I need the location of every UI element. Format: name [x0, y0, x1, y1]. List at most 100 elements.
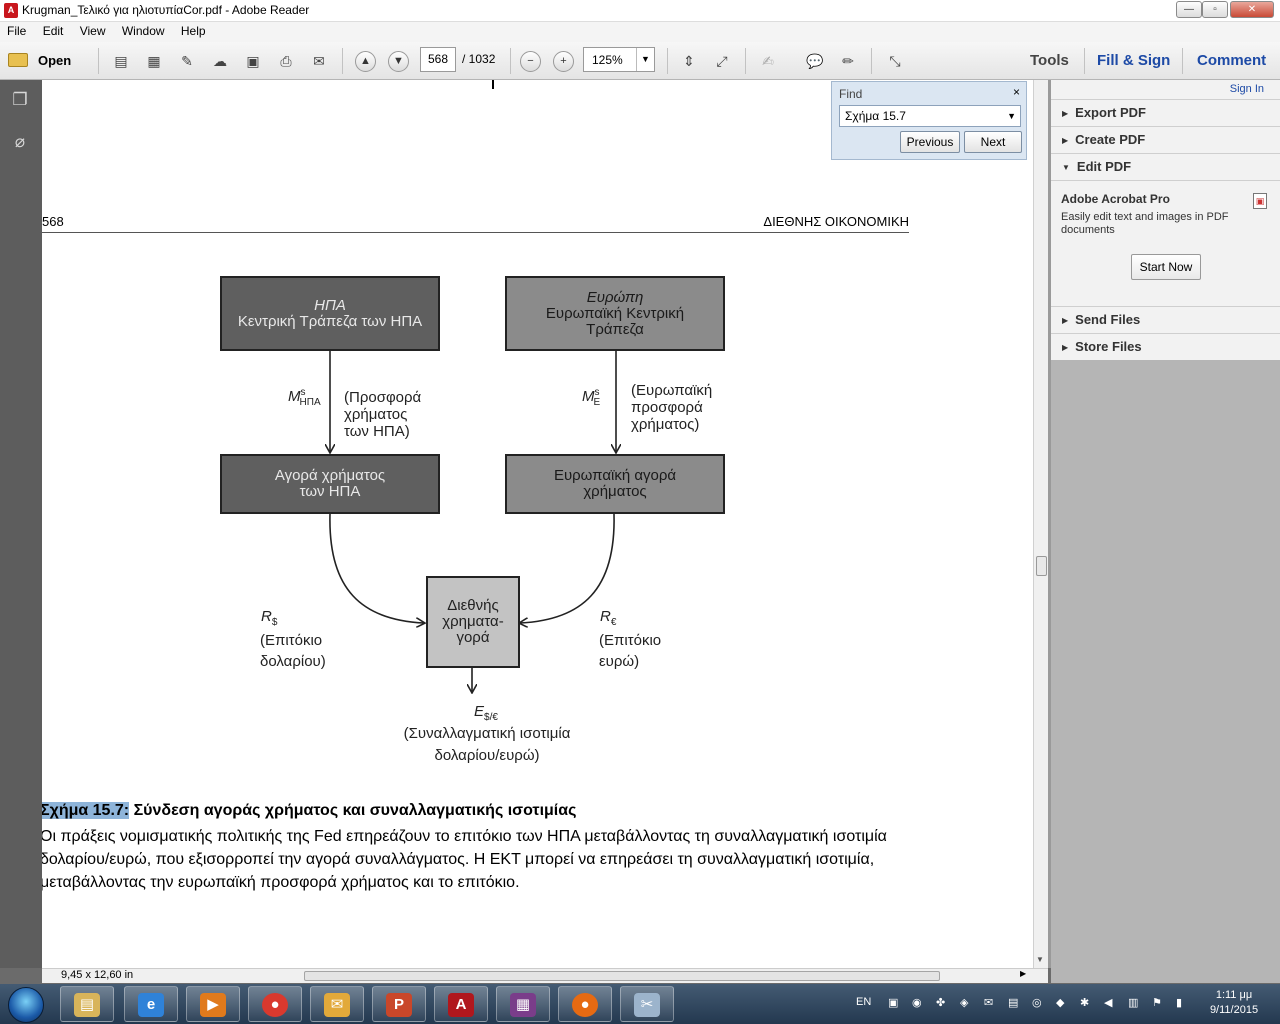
taskbar-outlook[interactable]: ✉ — [310, 986, 364, 1022]
sticky-note-icon[interactable]: 💬 — [804, 50, 826, 72]
taskbar-adobe-reader[interactable]: A — [434, 986, 488, 1022]
tools-tab[interactable]: Tools — [1030, 52, 1069, 69]
document-view[interactable]: 568 ΔΙΕΘΝΗΣ ΟΙΚΟΝΟΜΙΚΗ ΗΠΑ Κεντρική Τράπ… — [42, 80, 1033, 968]
start-button[interactable] — [8, 987, 44, 1023]
action-center-icon[interactable]: ⚑ — [1152, 996, 1162, 1009]
send-files-section[interactable]: ▶ Send Files — [1062, 312, 1140, 327]
language-indicator[interactable]: EN — [856, 996, 871, 1008]
menu-bar: File Edit View Window Help — [0, 22, 1280, 42]
menu-view[interactable]: View — [73, 22, 112, 38]
previous-page-icon[interactable]: ▲ — [355, 51, 376, 72]
scroll-down-icon[interactable]: ▼ — [1036, 955, 1044, 964]
full-screen-icon[interactable]: ⤡ — [884, 50, 906, 72]
zoom-value: 125% — [592, 53, 623, 67]
tray-icon[interactable]: ◎ — [1032, 996, 1042, 1009]
toolbar-separator — [1182, 48, 1183, 74]
network-share-tray-icon[interactable]: ✤ — [936, 996, 945, 1009]
tray-icon[interactable]: ▤ — [1008, 996, 1018, 1009]
email-icon[interactable]: ✉ — [308, 50, 330, 72]
comment-tab[interactable]: Comment — [1197, 52, 1266, 69]
taskbar-media-player[interactable]: ▶ — [186, 986, 240, 1022]
chevron-down-icon[interactable]: ▼ — [636, 48, 654, 71]
export-pdf-icon[interactable]: ▦ — [143, 50, 165, 72]
toolbar-separator — [342, 48, 343, 74]
bluetooth-tray-icon[interactable]: ✱ — [1080, 996, 1089, 1009]
intl-market-line-3: γορά — [456, 629, 490, 646]
create-pdf-section[interactable]: ▶ Create PDF — [1062, 132, 1145, 147]
create-pdf-icon[interactable]: ▤ — [110, 50, 132, 72]
volume-tray-icon[interactable]: ◀ — [1104, 996, 1112, 1009]
find-next-button[interactable]: Next — [964, 131, 1022, 153]
menu-help[interactable]: Help — [174, 22, 212, 38]
next-page-icon[interactable]: ▼ — [388, 51, 409, 72]
save-icon[interactable]: ▣ — [242, 50, 264, 72]
menu-edit[interactable]: Edit — [36, 22, 70, 38]
upload-cloud-icon[interactable]: ☁ — [209, 50, 231, 72]
export-pdf-section[interactable]: ▶ Export PDF — [1062, 105, 1146, 120]
scroll-right-icon[interactable]: ▶ — [1020, 969, 1026, 978]
eu-money-supply-symbol: MsE — [582, 387, 601, 408]
find-input[interactable]: Σχήμα 15.7 ▼ — [839, 105, 1021, 127]
eu-money-market-box: Ευρωπαϊκή αγορά χρήματος — [505, 454, 725, 514]
exchange-rate-desc: (Συναλλαγματική ισοτιμία δολαρίου/ευρώ) — [403, 725, 571, 764]
chevron-down-icon[interactable]: ▼ — [1007, 111, 1016, 121]
open-button[interactable]: Open — [8, 50, 71, 72]
page-thumbnails-icon[interactable]: ❐ — [10, 90, 30, 112]
adobe-tray-icon[interactable]: ▣ — [888, 996, 898, 1009]
acrobat-pro-description: Easily edit text and images in PDF docum… — [1061, 211, 1229, 236]
maximize-button[interactable]: ▫ — [1202, 1, 1228, 18]
zoom-in-icon[interactable]: + — [553, 51, 574, 72]
toolbar-separator — [98, 48, 99, 74]
store-files-section[interactable]: ▶ Store Files — [1062, 339, 1142, 354]
adobe-reader-app-icon: A — [4, 3, 18, 18]
system-clock[interactable]: 1:11 μμ 9/11/2015 — [1202, 988, 1266, 1018]
print-icon[interactable]: ⎙ — [275, 50, 297, 72]
powerpoint-icon: P — [386, 993, 412, 1017]
sign-in-link[interactable]: Sign In — [1230, 83, 1264, 95]
edit-pdf-icon[interactable]: ✎ — [176, 50, 198, 72]
fit-page-icon[interactable]: ⇕ — [678, 50, 700, 72]
zoom-out-icon[interactable]: − — [520, 51, 541, 72]
tray-icon[interactable]: ◆ — [1056, 996, 1064, 1009]
zoom-select[interactable]: 125% ▼ — [583, 47, 655, 72]
taskbar-chrome[interactable]: ● — [248, 986, 302, 1022]
find-previous-button[interactable]: Previous — [900, 131, 960, 153]
vertical-scrollbar[interactable]: ▼ — [1033, 80, 1048, 968]
expand-icon: ▶ — [1062, 343, 1069, 352]
page-total: / 1032 — [462, 52, 496, 66]
menu-file[interactable]: File — [0, 22, 32, 38]
divider — [1051, 99, 1280, 100]
start-now-button[interactable]: Start Now — [1131, 254, 1201, 280]
scrollbar-thumb[interactable] — [1036, 556, 1047, 576]
taskbar-explorer[interactable]: ▤ — [60, 986, 114, 1022]
taskbar-snipping-tool[interactable]: ✂ — [620, 986, 674, 1022]
page-number-input[interactable]: 568 — [420, 47, 456, 72]
usa-market-line-2: των ΗΠΑ — [299, 483, 361, 500]
sync-tray-icon[interactable]: ◉ — [912, 996, 922, 1009]
figure-caption-title: Σχήμα 15.7: Σύνδεση αγοράς χρήματος και … — [42, 802, 577, 819]
fill-sign-tab[interactable]: Fill & Sign — [1097, 52, 1170, 69]
sign-icon[interactable]: ✍ — [757, 50, 779, 72]
toolbar-separator — [871, 48, 872, 74]
taskbar-powerpoint[interactable]: P — [372, 986, 426, 1022]
highlight-icon[interactable]: ✏ — [837, 50, 859, 72]
taskbar-ie[interactable]: e — [124, 986, 178, 1022]
eu-market-line-1: Ευρωπαϊκή αγορά — [553, 467, 677, 484]
taskbar-firefox[interactable]: ● — [558, 986, 612, 1022]
horizontal-scrollbar-thumb[interactable] — [304, 971, 940, 981]
minimize-button[interactable]: — — [1176, 1, 1202, 18]
taskbar-winrar[interactable]: ▦ — [496, 986, 550, 1022]
tray-icon[interactable]: ◈ — [960, 996, 968, 1009]
usd-rate-arrow — [329, 513, 424, 623]
attachments-icon[interactable]: ⌀ — [10, 132, 30, 154]
usa-money-market-box: Αγορά χρήματος των ΗΠΑ — [220, 454, 440, 514]
close-window-button[interactable]: ✕ — [1230, 1, 1274, 18]
menu-window[interactable]: Window — [115, 22, 171, 38]
edit-pdf-section[interactable]: ▼ Edit PDF — [1062, 159, 1131, 174]
eu-market-line-2: χρήματος — [583, 483, 647, 500]
tray-icon[interactable]: ▥ — [1128, 996, 1138, 1009]
close-find-icon[interactable]: × — [1013, 85, 1020, 99]
mail-tray-icon[interactable]: ✉ — [984, 996, 993, 1009]
network-icon[interactable]: ▮ — [1176, 996, 1182, 1009]
fit-width-icon[interactable]: ⤢ — [711, 50, 733, 72]
